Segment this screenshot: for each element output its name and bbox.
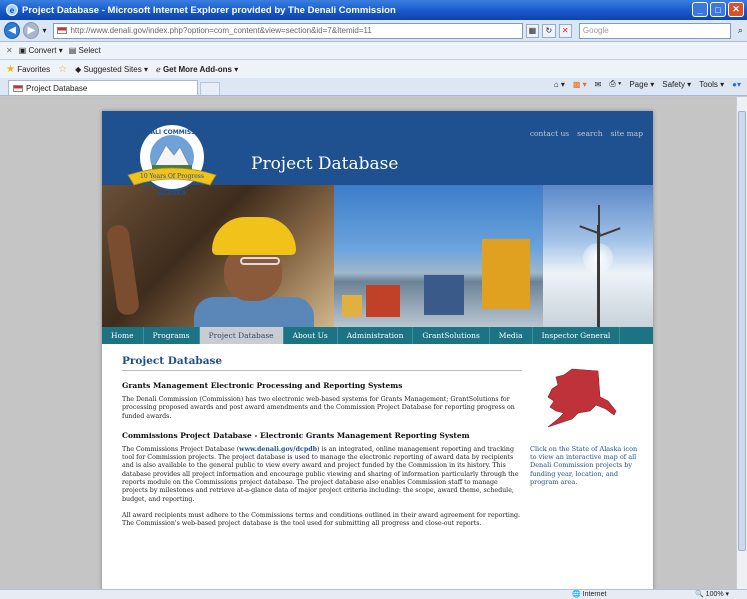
safety-menu[interactable]: Safety ▾ bbox=[662, 80, 691, 89]
url-input[interactable]: http://www.denali.gov/index.php?option=c… bbox=[53, 22, 523, 39]
window-title: Project Database - Microsoft Internet Ex… bbox=[22, 4, 396, 16]
project-database-link[interactable]: www.denali.gov/dcpdb bbox=[239, 446, 317, 453]
section-1-body: The Denali Commission (Commission) has t… bbox=[122, 396, 515, 420]
page-menu[interactable]: Page ▾ bbox=[629, 80, 654, 89]
get-addons-link[interactable]: ℯ Get More Add-ons ▾ bbox=[156, 65, 238, 74]
addons-label: Get More Add-ons bbox=[162, 64, 232, 74]
window-controls: _ □ ✕ bbox=[692, 2, 744, 17]
denali-commission-logo[interactable]: 10 Years Of Progress DENALI COMMISSION A… bbox=[124, 121, 220, 203]
tab-row: Project Database ⌂ ▾ ▩ ▾ ✉ ⎙ ▾ Page ▾ Sa… bbox=[0, 78, 747, 96]
maximize-button[interactable]: □ bbox=[710, 2, 726, 17]
select-label: Select bbox=[78, 46, 101, 55]
search-placeholder: Google bbox=[582, 26, 609, 35]
favorites-bar: ★ Favorites ☆ ◆ Suggested Sites ▾ ℯ Get … bbox=[0, 60, 747, 78]
web-page: contact us search site map Project Datab… bbox=[102, 111, 653, 589]
close-toolbar-icon[interactable]: ✕ bbox=[6, 46, 13, 55]
nav-project-database[interactable]: Project Database bbox=[199, 327, 284, 344]
minimize-button[interactable]: _ bbox=[692, 2, 708, 17]
status-bar: 🌐 Internet 🔍 100% ▾ bbox=[0, 589, 747, 599]
section-2-body-start: The Commissions Project Database ( bbox=[122, 445, 240, 453]
window-titlebar: e Project Database - Microsoft Internet … bbox=[0, 0, 747, 20]
add-favorite-icon[interactable]: ☆ bbox=[58, 64, 67, 75]
print-icon[interactable]: ⎙ ▾ bbox=[609, 79, 621, 89]
convert-label: Convert bbox=[28, 46, 57, 55]
convert-button[interactable]: ▣ Convert ▾ bbox=[19, 46, 63, 55]
section-2-body: The Commissions Project Database (www.de… bbox=[122, 446, 522, 504]
page-heading: Project Database bbox=[122, 355, 522, 371]
history-dropdown-icon[interactable]: ▾ bbox=[42, 26, 46, 35]
header-links: contact us search site map bbox=[530, 129, 643, 138]
nav-inspector-general[interactable]: Inspector General bbox=[533, 327, 621, 344]
logo-ribbon-text: 10 Years Of Progress bbox=[140, 173, 204, 180]
site-title: Project Database bbox=[251, 154, 399, 174]
security-zone-label: Internet bbox=[582, 591, 607, 598]
help-icon[interactable]: ●▾ bbox=[732, 80, 741, 89]
logo-top-text: DENALI COMMISSION bbox=[136, 129, 207, 136]
scrollbar-thumb[interactable] bbox=[738, 111, 746, 551]
main-nav: Home Programs Project Database About Us … bbox=[102, 327, 653, 344]
safety-menu-label: Safety bbox=[662, 79, 685, 89]
site-flag-icon bbox=[57, 27, 68, 34]
home-icon[interactable]: ⌂ ▾ bbox=[554, 80, 565, 89]
nav-home[interactable]: Home bbox=[102, 327, 144, 344]
refresh-icon[interactable]: ↻ bbox=[542, 23, 556, 38]
command-bar: ✕ ▣ Convert ▾ ▤ Select bbox=[0, 42, 747, 60]
alaska-map-icon[interactable] bbox=[538, 367, 618, 429]
feeds-icon[interactable]: ▩ ▾ bbox=[573, 80, 587, 89]
suggested-sites-link[interactable]: ◆ Suggested Sites ▾ bbox=[75, 65, 148, 74]
search-input[interactable]: Google bbox=[578, 22, 731, 39]
nav-programs[interactable]: Programs bbox=[144, 327, 200, 344]
search-link[interactable]: search bbox=[577, 129, 602, 138]
contact-us-link[interactable]: contact us bbox=[530, 129, 569, 138]
zoom-level-label: 100% bbox=[705, 591, 724, 598]
stop-icon[interactable]: ✕ bbox=[558, 23, 572, 38]
tab-flag-icon bbox=[13, 84, 23, 92]
forward-button[interactable]: ▶ bbox=[23, 22, 40, 39]
wind-turbine-photo bbox=[543, 185, 653, 327]
favorites-star-icon: ★ bbox=[6, 63, 15, 75]
vertical-scrollbar[interactable] bbox=[736, 97, 747, 589]
new-tab-button[interactable] bbox=[200, 82, 220, 95]
select-button[interactable]: ▤ Select bbox=[69, 46, 101, 55]
command-tools: ⌂ ▾ ▩ ▾ ✉ ⎙ ▾ Page ▾ Safety ▾ Tools ▾ ●▾ bbox=[554, 79, 741, 89]
section-2-body-end: ) is an integrated, online management re… bbox=[122, 445, 519, 503]
nav-about-us[interactable]: About Us bbox=[284, 327, 338, 344]
worker-photo bbox=[102, 185, 334, 327]
tools-menu[interactable]: Tools ▾ bbox=[699, 80, 724, 89]
photo-banner bbox=[102, 185, 653, 327]
nav-administration[interactable]: Administration bbox=[338, 327, 414, 344]
nav-grantsolutions[interactable]: GrantSolutions bbox=[413, 327, 490, 344]
address-bar: ◀ ▶ ▾ http://www.denali.gov/index.php?op… bbox=[0, 20, 747, 42]
site-map-link[interactable]: site map bbox=[611, 129, 643, 138]
nav-media[interactable]: Media bbox=[490, 327, 533, 344]
section-1-title: Grants Management Electronic Processing … bbox=[122, 381, 403, 390]
zoom-level[interactable]: 🔍 100% ▾ bbox=[695, 590, 729, 598]
url-text: http://www.denali.gov/index.php?option=c… bbox=[70, 26, 372, 35]
suggested-sites-label: Suggested Sites bbox=[83, 64, 142, 74]
content-viewport: contact us search site map Project Datab… bbox=[0, 97, 736, 589]
sidebar: Click on the State of Alaska icon to vie… bbox=[530, 367, 640, 486]
compatibility-view-icon[interactable]: ▦ bbox=[525, 23, 540, 38]
main-content: Project Database Grants Management Elect… bbox=[122, 355, 522, 535]
page-menu-label: Page bbox=[629, 79, 649, 89]
section-3-body: All award recipients must adhere to the … bbox=[122, 511, 521, 528]
logo-bottom-text: ALASKA bbox=[158, 189, 187, 197]
favorites-button[interactable]: ★ Favorites bbox=[6, 64, 50, 75]
mail-icon[interactable]: ✉ bbox=[595, 80, 602, 89]
ie-logo-icon: e bbox=[6, 4, 18, 16]
village-photo bbox=[334, 185, 543, 327]
search-icon[interactable]: ⌕ bbox=[734, 24, 747, 38]
security-zone[interactable]: 🌐 Internet bbox=[572, 590, 606, 598]
section-2-title: Commissions Project Database - Electroni… bbox=[122, 430, 470, 440]
back-button[interactable]: ◀ bbox=[4, 22, 21, 39]
close-button[interactable]: ✕ bbox=[728, 2, 744, 17]
tab-label: Project Database bbox=[26, 83, 88, 93]
map-caption[interactable]: Click on the State of Alaska icon to vie… bbox=[530, 445, 640, 486]
favorites-label: Favorites bbox=[17, 64, 51, 74]
tools-menu-label: Tools bbox=[699, 79, 718, 89]
tab-project-database[interactable]: Project Database bbox=[8, 80, 198, 95]
